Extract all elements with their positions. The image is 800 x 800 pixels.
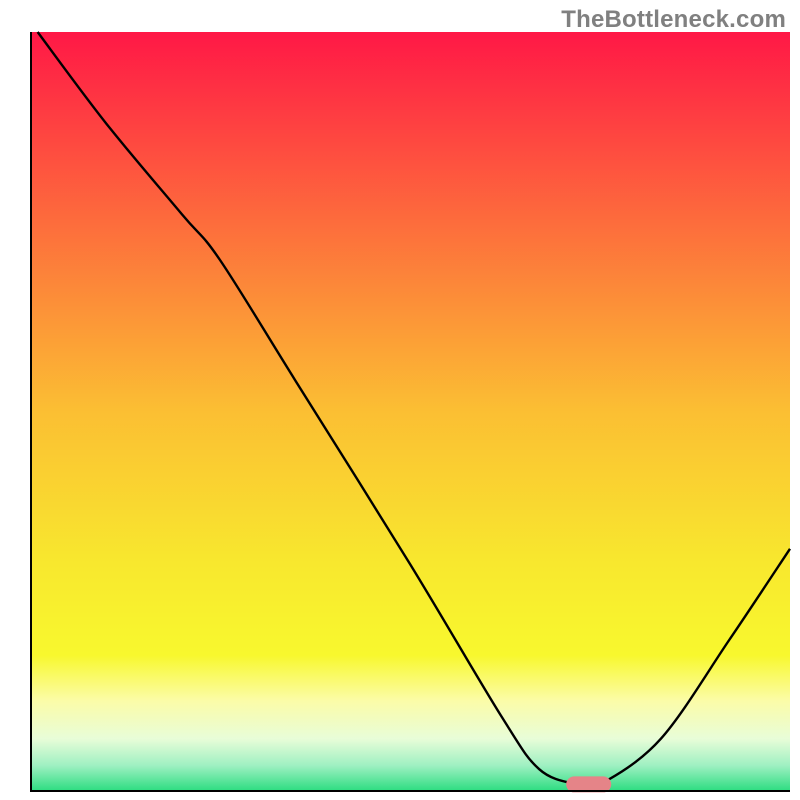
x-axis xyxy=(30,790,790,792)
chart-container: TheBottleneck.com xyxy=(0,0,800,800)
plot-area xyxy=(30,32,790,792)
watermark: TheBottleneck.com xyxy=(561,6,786,34)
bottleneck-curve xyxy=(30,32,790,792)
y-axis xyxy=(30,32,32,792)
